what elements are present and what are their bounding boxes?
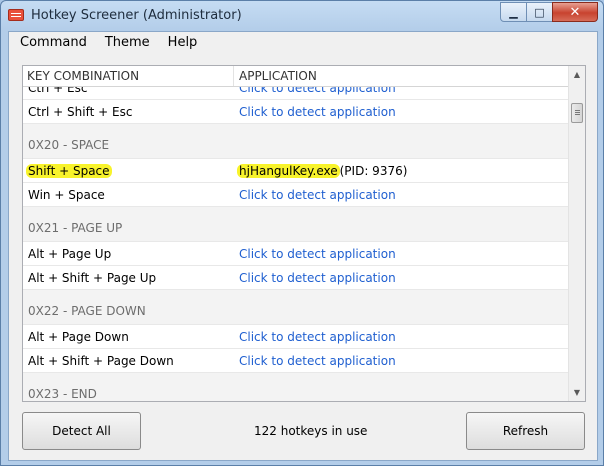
table-row[interactable]: Ctrl + Esc Click to detect application [23,87,570,100]
process-id: (PID: 9376) [339,164,408,178]
detect-application-link[interactable]: Click to detect application [239,87,396,95]
group-header: 0X23 - END [23,373,570,401]
scroll-up-arrow-icon[interactable]: ▲ [569,66,585,83]
group-header: 0X21 - PAGE UP [23,207,570,242]
list-rows: Ctrl + Esc Click to detect application Ctr… [23,87,570,401]
group-header: 0X20 - SPACE [23,124,570,159]
application-cell: Click to detect application [239,354,396,368]
application-cell: Click to detect application [239,188,396,202]
key-combination-cell: Shift + Space [26,164,112,178]
key-combination-cell: Win + Space [28,188,105,202]
list-body: Ctrl + Esc Click to detect application Ctr… [23,87,570,401]
application-cell: Click to detect application [239,330,396,344]
application-cell: Click to detect application [239,271,396,285]
group-label: 0X20 - SPACE [28,138,110,152]
menu-theme[interactable]: Theme [94,32,157,54]
scroll-down-arrow-icon[interactable]: ▼ [569,384,585,401]
group-label: 0X23 - END [28,387,97,401]
minimize-button[interactable]: ▁ [500,2,527,22]
column-header-key-combination[interactable]: KEY COMBINATION [23,66,234,86]
application-name: hjHangulKey.exe [237,164,340,178]
detect-all-button[interactable]: Detect All [22,412,141,450]
table-row[interactable]: Win + Space Click to detect application [23,183,570,207]
table-row[interactable]: Alt + Page Down Click to detect applicati… [23,325,570,349]
list-header: KEY COMBINATION APPLICATION [23,66,570,87]
key-combination-cell: Alt + Shift + Page Down [28,354,174,368]
key-combination-cell: Alt + Shift + Page Up [28,271,157,285]
detect-application-link[interactable]: Click to detect application [239,105,396,119]
table-row[interactable]: Alt + Shift + Page Up Click to detect app… [23,266,570,290]
refresh-button[interactable]: Refresh [466,412,585,450]
table-row[interactable]: Alt + Page Up Click to detect application [23,242,570,266]
table-row[interactable]: Shift + Space hjHangulKey.exe (PID: 9376) [23,159,570,183]
application-cell: Click to detect application [239,87,396,95]
menu-help[interactable]: Help [157,32,205,54]
hotkey-list[interactable]: KEY COMBINATION APPLICATION Ctrl + Esc Cl… [22,65,586,402]
key-combination-cell: Ctrl + Shift + Esc [28,105,133,119]
group-label: 0X22 - PAGE DOWN [28,304,146,318]
detect-application-link[interactable]: Click to detect application [239,247,396,261]
window-title: Hotkey Screener (Administrator) [31,8,242,23]
client-area: Command Theme Help KEY COMBINATION APPLI… [8,31,598,461]
vertical-scrollbar[interactable]: ▲ ▼ [568,66,585,401]
hotkey-count-status: 122 hotkeys in use [254,424,368,438]
key-combination-cell: Alt + Page Up [28,247,112,261]
detect-application-link[interactable]: Click to detect application [239,188,396,202]
app-window: Hotkey Screener (Administrator) ▁ □ ✕ Co… [0,0,604,466]
application-cell: Click to detect application [239,247,396,261]
maximize-button[interactable]: □ [526,2,553,22]
close-button[interactable]: ✕ [552,2,598,22]
key-combination-cell: Ctrl + Esc [28,87,88,95]
table-row[interactable]: Alt + Shift + Page Down Click to detect a… [23,349,570,373]
menu-bar: Command Theme Help [9,32,597,54]
detect-application-link[interactable]: Click to detect application [239,271,396,285]
menu-command[interactable]: Command [9,32,94,54]
detect-application-link[interactable]: Click to detect application [239,330,396,344]
detect-application-link[interactable]: Click to detect application [239,354,396,368]
scrollbar-thumb[interactable] [571,103,583,123]
key-combination-cell: Alt + Page Down [28,330,129,344]
application-cell: hjHangulKey.exe (PID: 9376) [237,164,408,178]
application-cell: Click to detect application [239,105,396,119]
group-header: 0X22 - PAGE DOWN [23,290,570,325]
caption-buttons: ▁ □ ✕ [500,2,598,22]
column-header-application[interactable]: APPLICATION [235,66,570,86]
group-label: 0X21 - PAGE UP [28,221,123,235]
keyboard-icon [8,9,24,21]
title-bar[interactable]: Hotkey Screener (Administrator) ▁ □ ✕ [1,1,603,31]
table-row[interactable]: Ctrl + Shift + Esc Click to detect applic… [23,100,570,124]
